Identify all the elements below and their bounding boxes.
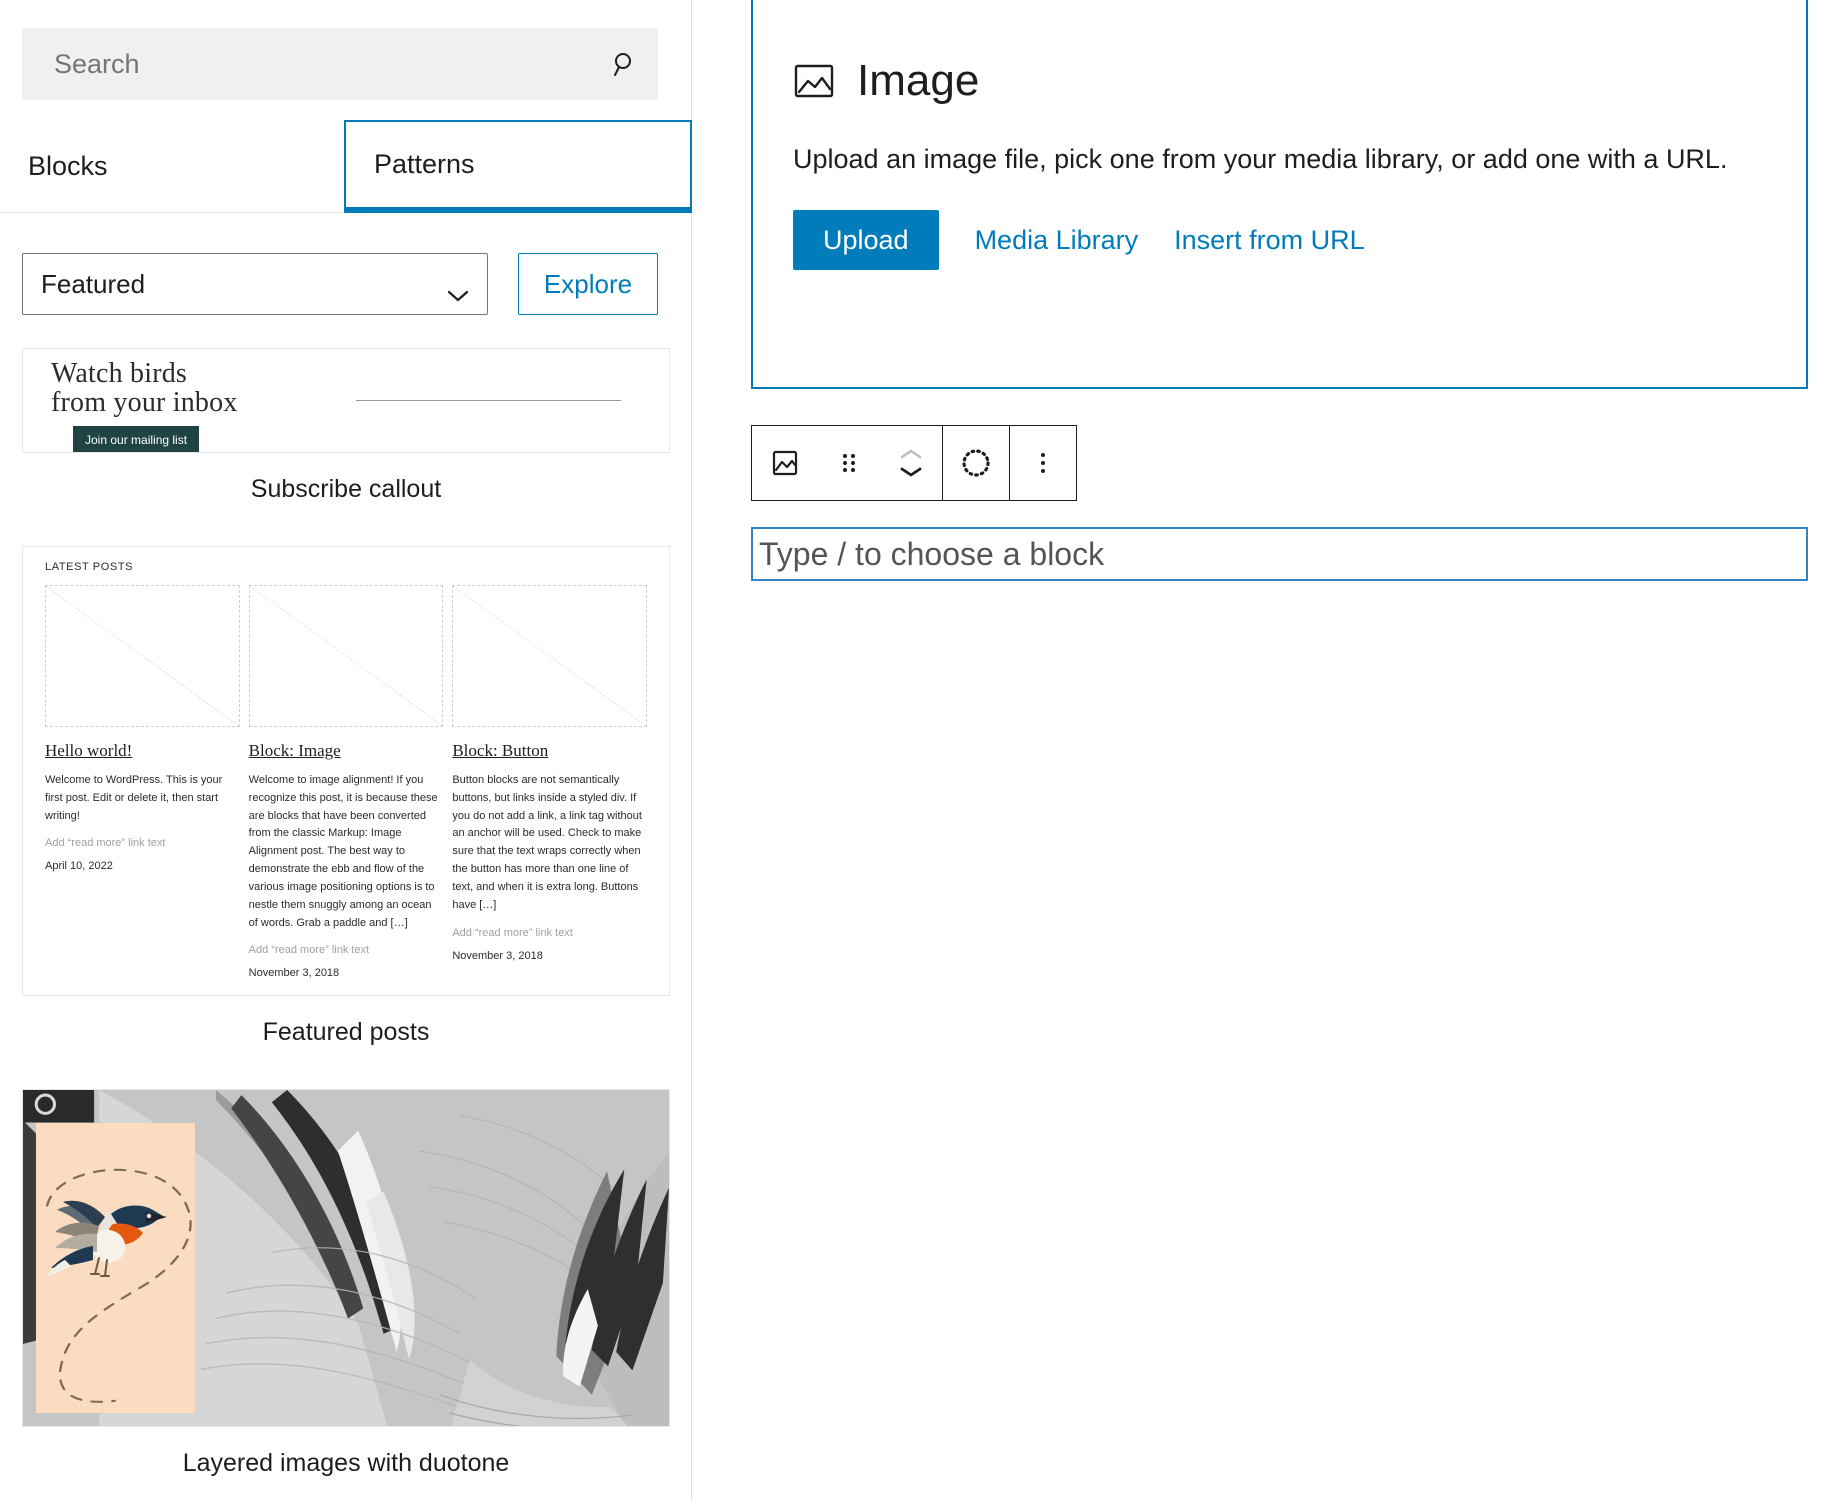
featured-post-column: Hello world! Welcome to WordPress. This … bbox=[45, 585, 240, 979]
block-prompt-input[interactable] bbox=[757, 534, 1802, 574]
pattern-preview-subscribe-callout[interactable]: Watch birds from your inbox Join our mai… bbox=[22, 348, 670, 453]
explore-button[interactable]: Explore bbox=[518, 253, 658, 315]
featured-post-column: Block: Image Welcome to image alignment!… bbox=[248, 585, 444, 980]
inserter-tabs: Blocks Patterns bbox=[0, 120, 692, 213]
pattern-label: Featured posts bbox=[262, 1018, 430, 1047]
media-library-button[interactable]: Media Library bbox=[975, 225, 1139, 256]
pattern-category-value: Featured bbox=[41, 268, 146, 299]
pattern-category-select[interactable]: Featured bbox=[22, 253, 488, 315]
pattern-item-subscribe-callout[interactable]: Watch birds from your inbox Join our mai… bbox=[0, 348, 692, 536]
subscribe-callout-preview: Watch birds from your inbox Join our mai… bbox=[23, 349, 669, 452]
dotted-circle-icon[interactable] bbox=[943, 426, 1009, 500]
pattern-label: Subscribe callout bbox=[250, 475, 442, 503]
insert-from-url-button[interactable]: Insert from URL bbox=[1174, 225, 1365, 256]
post-date: November 3, 2018 bbox=[452, 949, 543, 962]
subscribe-join-button: Join our mailing list bbox=[73, 426, 200, 452]
chevron-down-icon bbox=[447, 278, 469, 301]
featured-posts-columns: Hello world! Welcome to WordPress. This … bbox=[45, 585, 648, 980]
post-title: Block: Image bbox=[248, 741, 341, 760]
post-title: Block: Button bbox=[452, 741, 549, 760]
post-read-more: Add “read more” link text bbox=[248, 944, 370, 957]
pattern-label: Layered images with duotone bbox=[182, 1449, 510, 1478]
post-title: Hello world! bbox=[45, 741, 133, 760]
pattern-item-featured-posts[interactable]: LATEST POSTS Hello world! Welcome to Wor… bbox=[0, 546, 692, 1079]
post-date: November 3, 2018 bbox=[248, 967, 340, 980]
tab-blocks[interactable]: Blocks bbox=[0, 120, 344, 212]
editor-canvas: Image Upload an image file, pick one fro… bbox=[693, 0, 1832, 1500]
more-options-icon[interactable] bbox=[1010, 426, 1076, 500]
image-block-title: Image bbox=[857, 56, 980, 105]
bird-illustration bbox=[47, 1201, 167, 1278]
move-up-down-icon[interactable] bbox=[880, 426, 942, 500]
post-date: April 10, 2022 bbox=[45, 860, 113, 873]
pattern-preview-featured-posts[interactable]: LATEST POSTS Hello world! Welcome to Wor… bbox=[22, 546, 670, 997]
search-input[interactable] bbox=[52, 47, 610, 81]
subscribe-heading: Watch birds from your inbox bbox=[51, 359, 238, 418]
tab-patterns[interactable]: Patterns bbox=[344, 120, 692, 213]
drag-handle-icon[interactable] bbox=[818, 426, 880, 500]
image-block-actions: Upload Media Library Insert from URL bbox=[793, 210, 1766, 270]
block-toolbar bbox=[751, 425, 1077, 501]
post-thumbnail-placeholder bbox=[248, 585, 444, 727]
block-inserter-panel: Blocks Patterns Featured Explore Watch b… bbox=[0, 0, 692, 1500]
featured-posts-kicker: LATEST POSTS bbox=[45, 561, 134, 573]
post-excerpt: Welcome to WordPress. This is your first… bbox=[45, 774, 223, 822]
post-thumbnail-placeholder bbox=[452, 585, 648, 727]
search-field-wrapper[interactable] bbox=[22, 28, 658, 100]
block-prompt-field[interactable] bbox=[751, 527, 1808, 581]
post-read-more: Add “read more” link text bbox=[45, 837, 166, 850]
post-read-more: Add “read more” link text bbox=[452, 926, 573, 939]
post-thumbnail-placeholder bbox=[45, 585, 240, 727]
image-block-placeholder[interactable]: Image Upload an image file, pick one fro… bbox=[751, 0, 1808, 389]
search-icon bbox=[610, 49, 640, 79]
post-excerpt: Welcome to image alignment! If you recog… bbox=[248, 774, 438, 929]
featured-post-column: Block: Button Button blocks are not sema… bbox=[452, 585, 648, 979]
block-type-image-icon[interactable] bbox=[752, 426, 818, 500]
toolbar-group-more bbox=[1009, 426, 1076, 500]
pattern-filter-row: Featured Explore bbox=[22, 253, 658, 315]
image-block-description: Upload an image file, pick one from your… bbox=[793, 144, 1728, 174]
duotone-preview bbox=[23, 1090, 669, 1427]
upload-button[interactable]: Upload bbox=[793, 210, 939, 270]
toolbar-group-spinner bbox=[942, 426, 1009, 500]
pattern-item-layered-duotone[interactable]: Layered images with duotone bbox=[0, 1089, 692, 1500]
pattern-list: Watch birds from your inbox Join our mai… bbox=[0, 348, 692, 1500]
featured-posts-preview: LATEST POSTS Hello world! Welcome to Wor… bbox=[23, 547, 669, 996]
image-block-header: Image bbox=[793, 56, 1766, 106]
image-icon bbox=[793, 60, 835, 102]
pattern-preview-layered-duotone[interactable] bbox=[22, 1089, 670, 1428]
subscribe-heading-line1: Watch birds bbox=[51, 358, 188, 389]
post-excerpt: Button blocks are not semantically butto… bbox=[452, 774, 642, 911]
subscribe-divider bbox=[356, 400, 621, 401]
subscribe-heading-line2: from your inbox bbox=[51, 387, 238, 419]
toolbar-group-block bbox=[752, 426, 942, 500]
